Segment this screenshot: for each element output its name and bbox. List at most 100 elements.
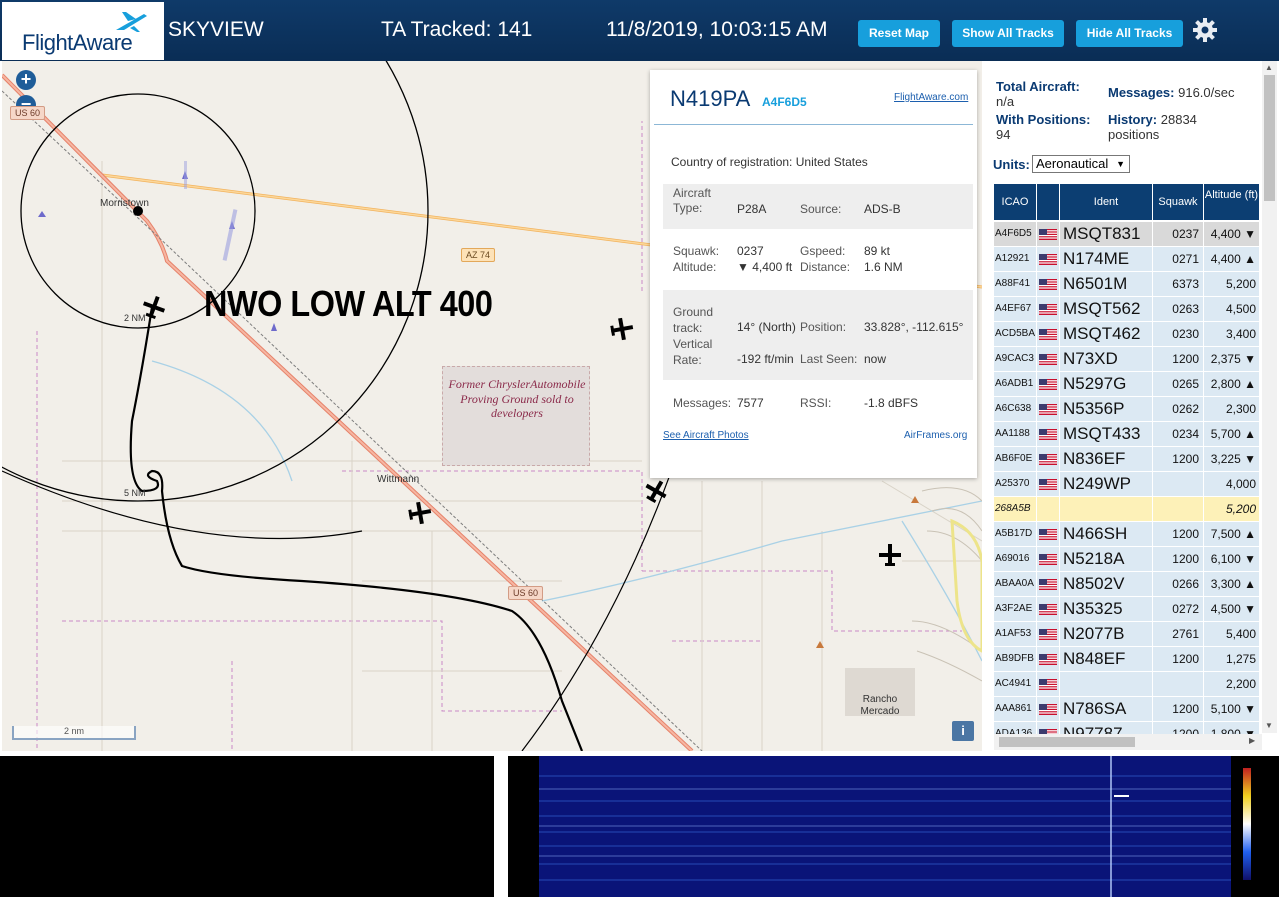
panel-scrollbar-horizontal[interactable]: ▶ [994,734,1262,750]
col-flag[interactable] [1037,184,1059,220]
scroll-thumb-vertical[interactable] [1264,75,1275,201]
popup-hex: A4F6D5 [762,95,807,109]
vertical-rate-label: Vertical Rate: [673,337,713,367]
show-all-tracks-button[interactable]: Show All Tracks [952,20,1064,47]
cell-squawk [1153,472,1203,496]
flightaware-link[interactable]: FlightAware.com [894,92,968,103]
us-flag-icon [1039,629,1057,640]
overlay-annotation: NWO LOW ALT 400 [204,283,493,324]
squawk-value: 0237 [737,244,764,258]
us-flag-icon [1039,554,1057,565]
cell-altitude: 2,200 [1204,672,1259,696]
table-row[interactable]: A25370 N249WP 4,000 [994,472,1259,496]
gspeed-value: 89 kt [864,244,891,258]
vertical-rate-value: -192 ft/min [737,352,794,366]
table-row[interactable]: A9CAC3 N73XD 1200 2,375 ▼ [994,347,1259,371]
cell-ident: N174ME [1060,247,1152,271]
units-value: Aeronautical [1036,156,1109,171]
reset-map-button[interactable]: Reset Map [858,20,940,47]
scroll-down-icon[interactable]: ▼ [1265,721,1273,730]
scroll-right-icon[interactable]: ▶ [1249,736,1255,745]
cell-ident: N73XD [1060,347,1152,371]
scroll-thumb-horizontal[interactable] [999,737,1135,747]
waterfall-display [539,756,1231,897]
distance-value: 1.6 NM [864,260,903,274]
aircraft-photos-link[interactable]: See Aircraft Photos [663,430,749,441]
units-select[interactable]: Aeronautical ▼ [1032,155,1130,173]
table-row[interactable]: A6C638 N5356P 0262 2,300 [994,397,1259,421]
table-row[interactable]: A1AF53 N2077B 2761 5,400 [994,622,1259,646]
cell-ident: N466SH [1060,522,1152,546]
cell-flag [1037,622,1059,646]
cell-squawk: 0266 [1153,572,1203,596]
cell-altitude: 3,225 ▼ [1204,447,1259,471]
cell-flag [1037,272,1059,296]
col-ident[interactable]: Ident [1060,184,1152,220]
cell-flag [1037,422,1059,446]
cell-altitude: 5,100 ▼ [1204,697,1259,721]
table-row[interactable]: AB6F0E N836EF 1200 3,225 ▼ [994,447,1259,471]
cell-ident: N8502V [1060,572,1152,596]
cell-squawk [1153,497,1203,521]
table-row[interactable]: ACD5BA MSQT462 0230 3,400 [994,322,1259,346]
table-row[interactable]: A3F2AE N35325 0272 4,500 ▼ [994,597,1259,621]
country-label: Country of registration: [671,155,793,169]
cell-icao: A6ADB1 [994,372,1036,396]
cell-squawk: 0263 [1153,297,1203,321]
table-row[interactable]: A88F41 N6501M 6373 5,200 [994,272,1259,296]
flightaware-logo[interactable]: FlightAware [2,2,164,60]
with-positions-label: With Positions: [996,112,1091,127]
cell-icao: A4EF67 [994,297,1036,321]
hide-all-tracks-button[interactable]: Hide All Tracks [1076,20,1183,47]
table-row[interactable]: AC4941 2,200 [994,672,1259,696]
table-row[interactable]: 268A5B 5,200 [994,497,1259,521]
cell-altitude: 4,500 [1204,297,1259,321]
cell-altitude: 4,000 [1204,472,1259,496]
position-label: Position: [800,320,847,334]
zoom-in-button[interactable]: + [16,70,36,90]
cell-altitude: 4,400 ▼ [1204,222,1259,246]
us-flag-icon [1039,704,1057,715]
cell-ident: N836EF [1060,447,1152,471]
us-flag-icon [1039,579,1057,590]
table-row[interactable]: A5B17D N466SH 1200 7,500 ▲ [994,522,1259,546]
table-row[interactable]: A12921 N174ME 0271 4,400 ▲ [994,247,1259,271]
cell-icao: AA1188 [994,422,1036,446]
airframes-link[interactable]: AirFrames.org [904,430,967,441]
cell-squawk: 0262 [1153,397,1203,421]
history-label: History: [1108,112,1158,127]
panel-scrollbar-vertical[interactable]: ▲ ▼ [1262,61,1277,733]
col-altitude[interactable]: Altitude (ft) [1204,184,1259,220]
cell-altitude: 3,300 ▲ [1204,572,1259,596]
country-value: United States [795,155,868,169]
col-squawk[interactable]: Squawk [1153,184,1203,220]
rssi-label: RSSI: [800,396,832,410]
gear-icon[interactable] [1192,17,1218,43]
info-icon[interactable]: i [952,721,974,741]
chevron-down-icon: ▼ [1116,159,1125,169]
altitude-label: Altitude: [673,260,717,274]
table-row[interactable]: ABAA0A N8502V 0266 3,300 ▲ [994,572,1259,596]
cell-altitude: 3,400 [1204,322,1259,346]
table-row[interactable]: A4F6D5 MSQT831 0237 4,400 ▼ [994,222,1259,246]
spectrum-waterfall-pane [508,756,1279,897]
squawk-label: Squawk: [673,244,720,258]
table-row[interactable]: A69016 N5218A 1200 6,100 ▼ [994,547,1259,571]
cell-flag [1037,397,1059,421]
total-aircraft-label: Total Aircraft: [996,79,1080,94]
scroll-up-icon[interactable]: ▲ [1265,63,1273,72]
cell-icao: 268A5B [994,497,1036,521]
cell-squawk: 1200 [1153,447,1203,471]
cell-flag [1037,697,1059,721]
table-row[interactable]: AB9DFB N848EF 1200 1,275 [994,647,1259,671]
table-row[interactable]: A6ADB1 N5297G 0265 2,800 ▲ [994,372,1259,396]
col-icao[interactable]: ICAO [994,184,1036,220]
table-row[interactable]: A4EF67 MSQT562 0263 4,500 [994,297,1259,321]
cell-icao: ABAA0A [994,572,1036,596]
total-aircraft-stat: Total Aircraft: n/a [996,79,1096,109]
table-row[interactable]: AAA861 N786SA 1200 5,100 ▼ [994,697,1259,721]
aircraft-type-label: Aircraft Type: [673,186,712,215]
cell-icao: A6C638 [994,397,1036,421]
cell-icao: A1AF53 [994,622,1036,646]
table-row[interactable]: AA1188 MSQT433 0234 5,700 ▲ [994,422,1259,446]
